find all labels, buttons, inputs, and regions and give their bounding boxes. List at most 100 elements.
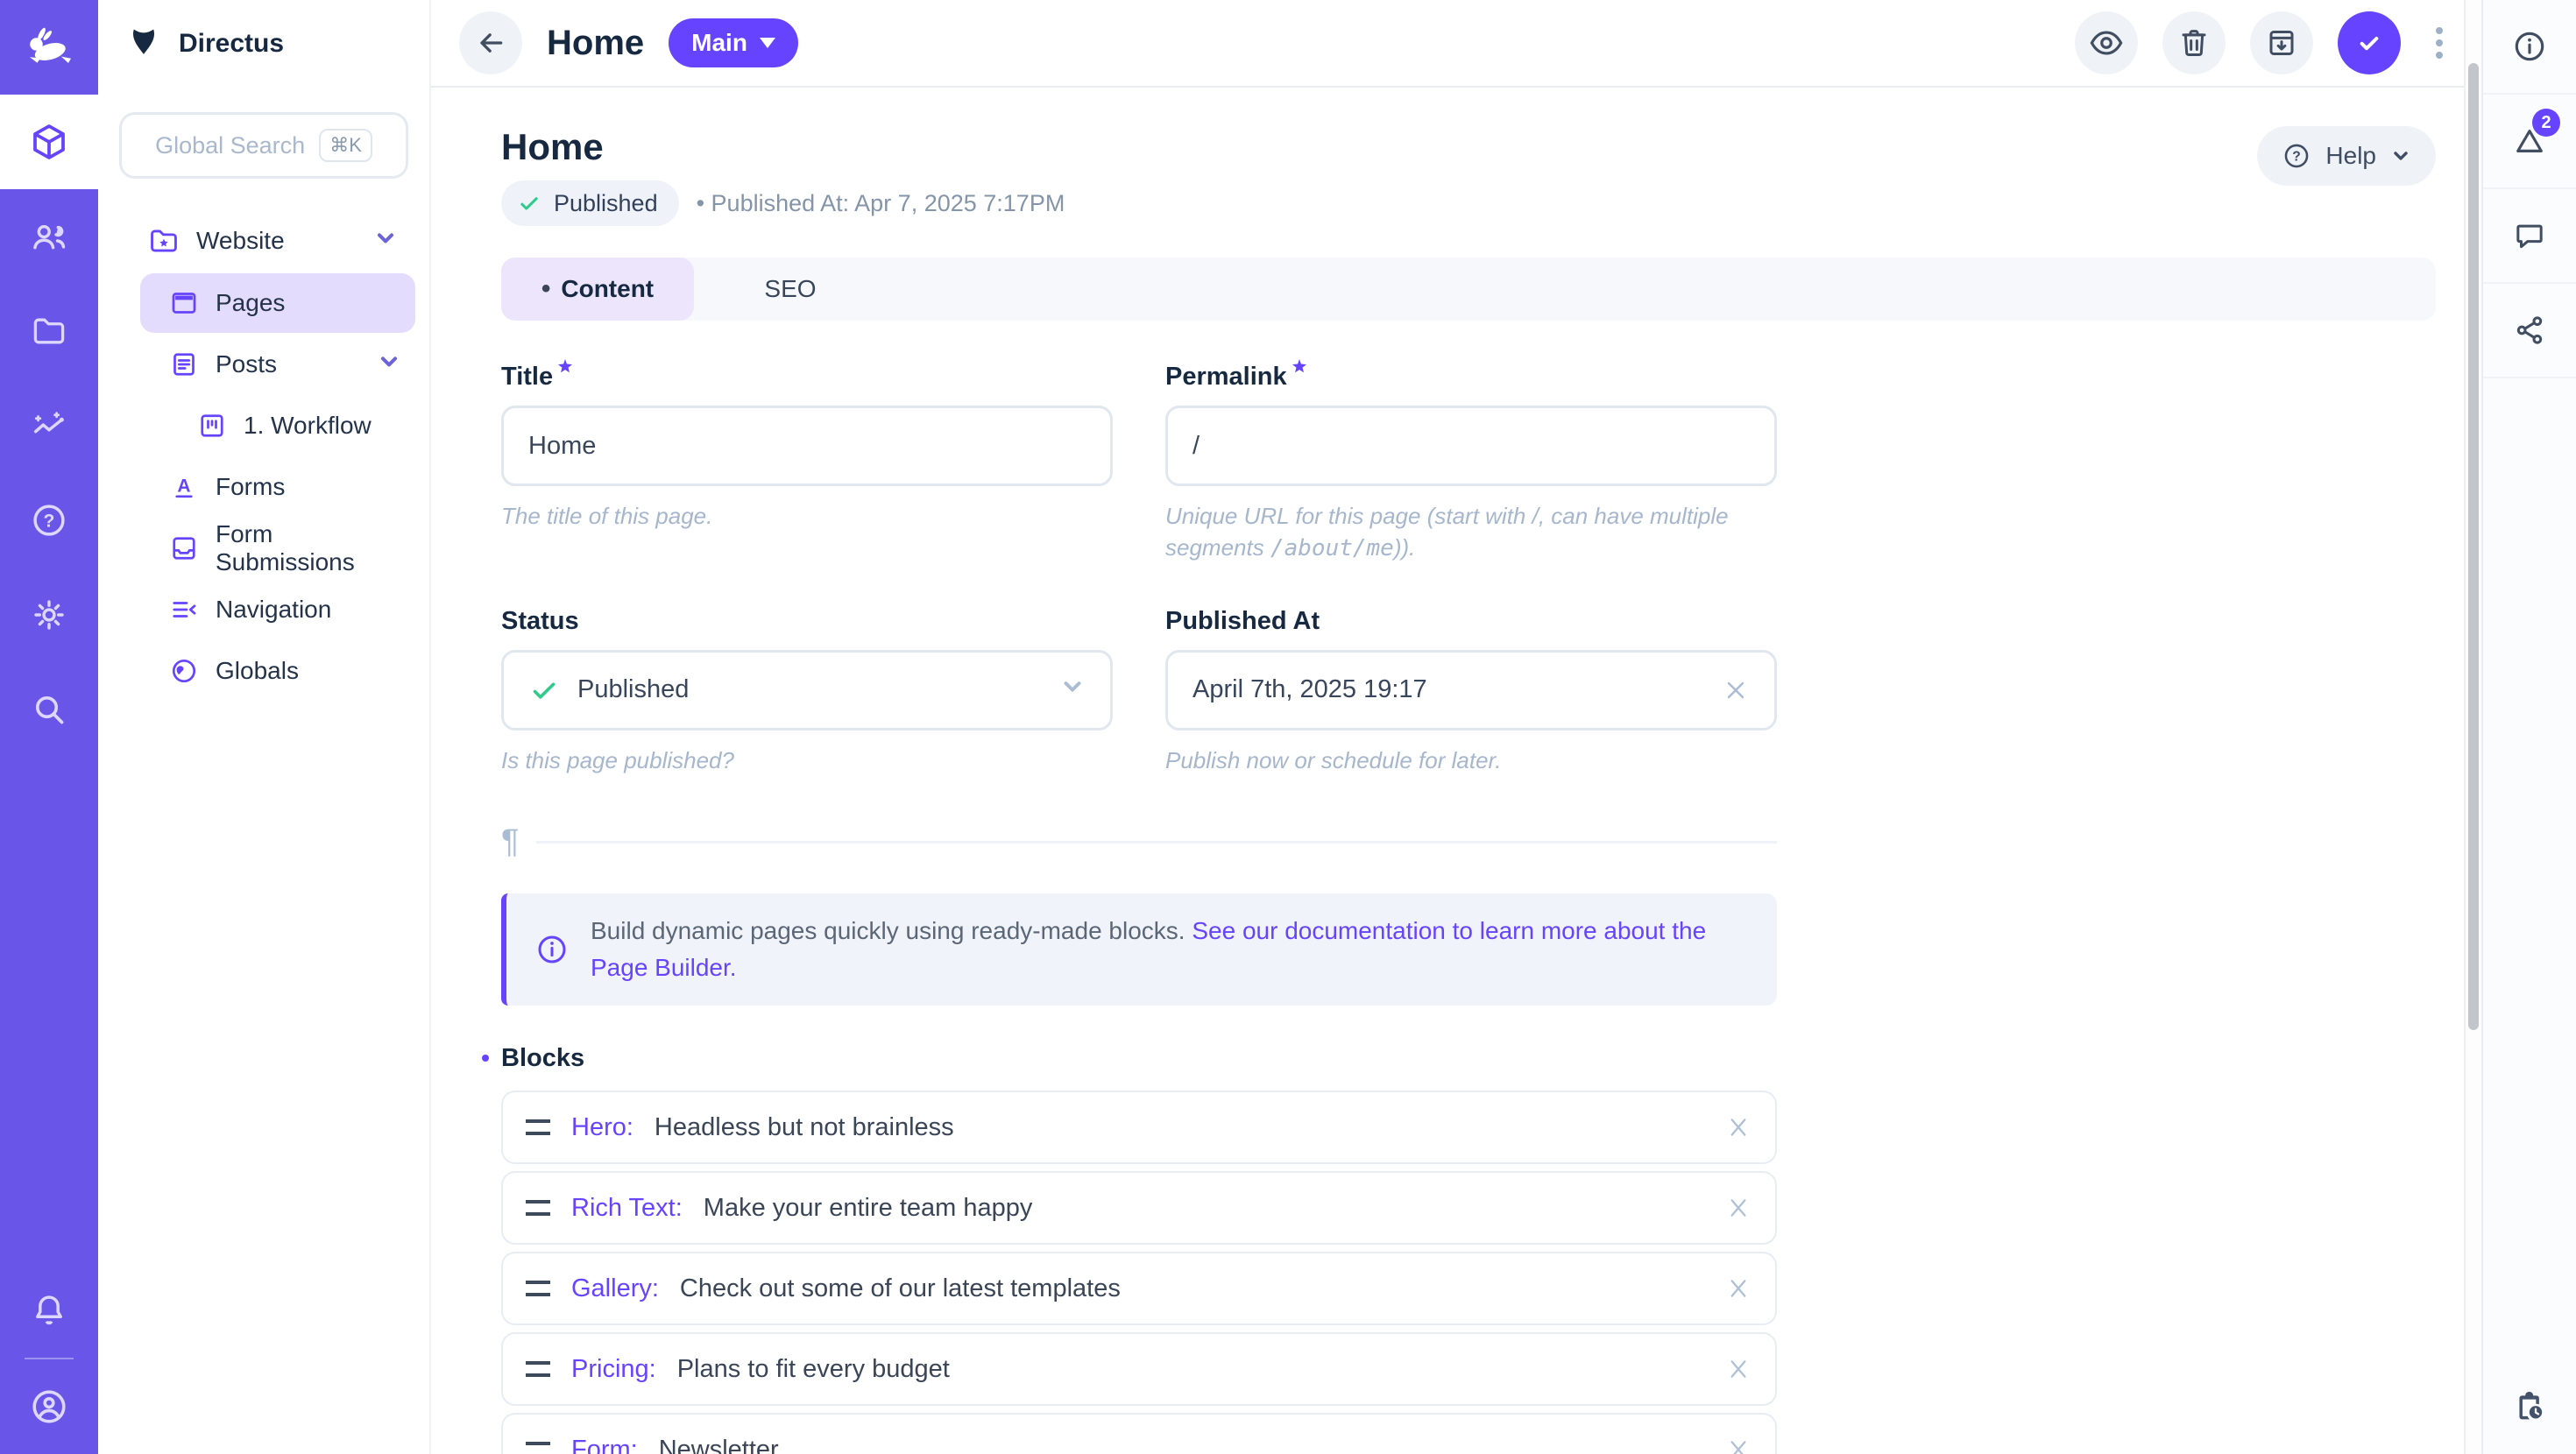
help-label: Help xyxy=(2325,142,2376,170)
svg-text:?: ? xyxy=(2293,150,2302,165)
remove-icon[interactable] xyxy=(1724,1194,1752,1222)
status-row: Published • Published At: Apr 7, 2025 7:… xyxy=(501,180,1065,226)
published-at-input[interactable]: April 7th, 2025 19:17 xyxy=(1165,650,1777,731)
sidebar-item-label: Posts xyxy=(216,350,361,378)
preview-button[interactable] xyxy=(2075,11,2138,74)
global-search-input[interactable]: Global Search ⌘K xyxy=(119,112,408,179)
posts-icon xyxy=(168,349,200,380)
block-row-form[interactable]: Form: Newsletter xyxy=(501,1413,1777,1454)
main-scrollbar[interactable] xyxy=(2464,0,2481,1454)
remove-icon[interactable] xyxy=(1724,1274,1752,1302)
required-star-icon xyxy=(558,359,572,392)
delete-button[interactable] xyxy=(2162,11,2226,74)
block-row-hero[interactable]: Hero: Headless but not brainless xyxy=(501,1090,1777,1164)
module-settings[interactable] xyxy=(0,568,98,662)
archive-button[interactable] xyxy=(2250,11,2313,74)
drag-handle-icon[interactable] xyxy=(526,1361,550,1377)
sidebar-item-posts[interactable]: Posts xyxy=(140,335,415,394)
status-select[interactable]: Published xyxy=(501,650,1113,731)
remove-icon[interactable] xyxy=(1724,1355,1752,1383)
back-button[interactable] xyxy=(459,11,522,74)
avatar-icon xyxy=(28,1386,70,1428)
block-row-gallery[interactable]: Gallery: Check out some of our latest te… xyxy=(501,1252,1777,1325)
kanban-icon xyxy=(196,410,228,441)
banner-text: Build dynamic pages quickly using ready-… xyxy=(591,913,1749,986)
save-button[interactable] xyxy=(2338,11,2401,74)
eye-icon xyxy=(2088,25,2125,61)
field-permalink: Permalink / Unique URL for this page (st… xyxy=(1165,363,1777,565)
app-root: ? xyxy=(0,0,2576,1454)
help-button[interactable]: ? Help xyxy=(2257,126,2436,186)
tab-label: Content xyxy=(561,275,654,303)
permalink-input[interactable]: / xyxy=(1165,406,1777,486)
sidebar-item-forms[interactable]: A Forms xyxy=(140,457,415,517)
nav-sidebar: Directus Global Search ⌘K Website xyxy=(98,0,431,1454)
module-users[interactable] xyxy=(0,189,98,284)
module-search[interactable] xyxy=(0,662,98,757)
field-label: Published At xyxy=(1165,607,1777,636)
sidebar-item-label: Globals xyxy=(216,657,401,685)
archive-icon xyxy=(2264,25,2299,60)
svg-text:A: A xyxy=(177,476,190,496)
module-content[interactable] xyxy=(0,95,98,189)
help-circle-icon: ? xyxy=(2282,141,2311,171)
remove-icon[interactable] xyxy=(1724,1436,1752,1454)
title-input[interactable]: Home xyxy=(501,406,1113,486)
block-title: Headless but not brainless xyxy=(655,1113,954,1142)
drag-handle-icon[interactable] xyxy=(526,1442,550,1454)
module-help[interactable]: ? xyxy=(0,473,98,568)
collection-nav: Website Pages xyxy=(98,186,429,702)
page-builder-banner: Build dynamic pages quickly using ready-… xyxy=(501,893,1777,1006)
sidebar-item-workflow[interactable]: 1. Workflow xyxy=(140,396,415,455)
directus-logo[interactable] xyxy=(0,0,98,95)
search-shortcut-kbd: ⌘K xyxy=(319,129,372,162)
module-files[interactable] xyxy=(0,284,98,378)
tab-seo[interactable]: SEO xyxy=(694,258,887,321)
scrollbar-thumb[interactable] xyxy=(2468,63,2479,1030)
block-type-label: Gallery: xyxy=(571,1274,659,1303)
sidebar-section-label: Website xyxy=(196,227,357,255)
project-switcher[interactable]: Directus xyxy=(98,0,429,88)
more-options-button[interactable] xyxy=(2425,17,2453,69)
tab-content[interactable]: • Content xyxy=(501,258,694,321)
info-icon xyxy=(534,932,570,967)
field-row-2: Status Published Is this page published?… xyxy=(501,607,2436,776)
clear-icon[interactable] xyxy=(1722,676,1750,704)
block-row-pricing[interactable]: Pricing: Plans to fit every budget xyxy=(501,1332,1777,1406)
user-menu-button[interactable] xyxy=(0,1359,98,1454)
shares-panel-button[interactable] xyxy=(2483,284,2576,378)
field-published-at: Published At April 7th, 2025 19:17 Publi… xyxy=(1165,607,1777,776)
title-note: The title of this page. xyxy=(501,500,1113,532)
block-row-rich-text[interactable]: Rich Text: Make your entire team happy xyxy=(501,1171,1777,1245)
project-logo-icon xyxy=(126,23,161,65)
published-at-value: April 7th, 2025 19:17 xyxy=(1192,675,1704,704)
block-title: Make your entire team happy xyxy=(704,1194,1033,1223)
revisions-panel-button[interactable]: 2 xyxy=(2483,95,2576,189)
info-panel-button[interactable] xyxy=(2483,0,2576,95)
folder-star-icon xyxy=(147,224,180,258)
field-status: Status Published Is this page published? xyxy=(501,607,1113,776)
sidebar-item-globals[interactable]: Globals xyxy=(140,641,415,701)
drag-handle-icon[interactable] xyxy=(526,1281,550,1296)
sidebar-item-form-submissions[interactable]: Form Submissions xyxy=(140,519,415,578)
check-icon xyxy=(528,674,560,706)
drag-handle-icon[interactable] xyxy=(526,1200,550,1216)
block-title: Newsletter xyxy=(659,1436,779,1454)
gear-icon xyxy=(29,595,69,635)
module-insights[interactable] xyxy=(0,378,98,473)
comments-panel-button[interactable] xyxy=(2483,189,2576,284)
notifications-button[interactable] xyxy=(0,1263,98,1358)
sidebar-section-website[interactable]: Website xyxy=(112,210,415,272)
drag-handle-icon[interactable] xyxy=(526,1119,550,1135)
remove-icon[interactable] xyxy=(1724,1113,1752,1141)
pending-actions-icon xyxy=(2511,1388,2548,1425)
help-circle-icon: ? xyxy=(29,500,69,540)
permalink-value: / xyxy=(1192,432,1750,461)
sidebar-item-navigation[interactable]: Navigation xyxy=(140,580,415,639)
flow-logs-button[interactable] xyxy=(2483,1359,2576,1454)
required-star-icon xyxy=(1292,359,1306,392)
published-at-note: Publish now or schedule for later. xyxy=(1165,745,1777,776)
sidebar-item-pages[interactable]: Pages xyxy=(140,273,415,333)
directus-rabbit-icon xyxy=(23,21,75,74)
version-selector[interactable]: Main xyxy=(669,18,798,67)
